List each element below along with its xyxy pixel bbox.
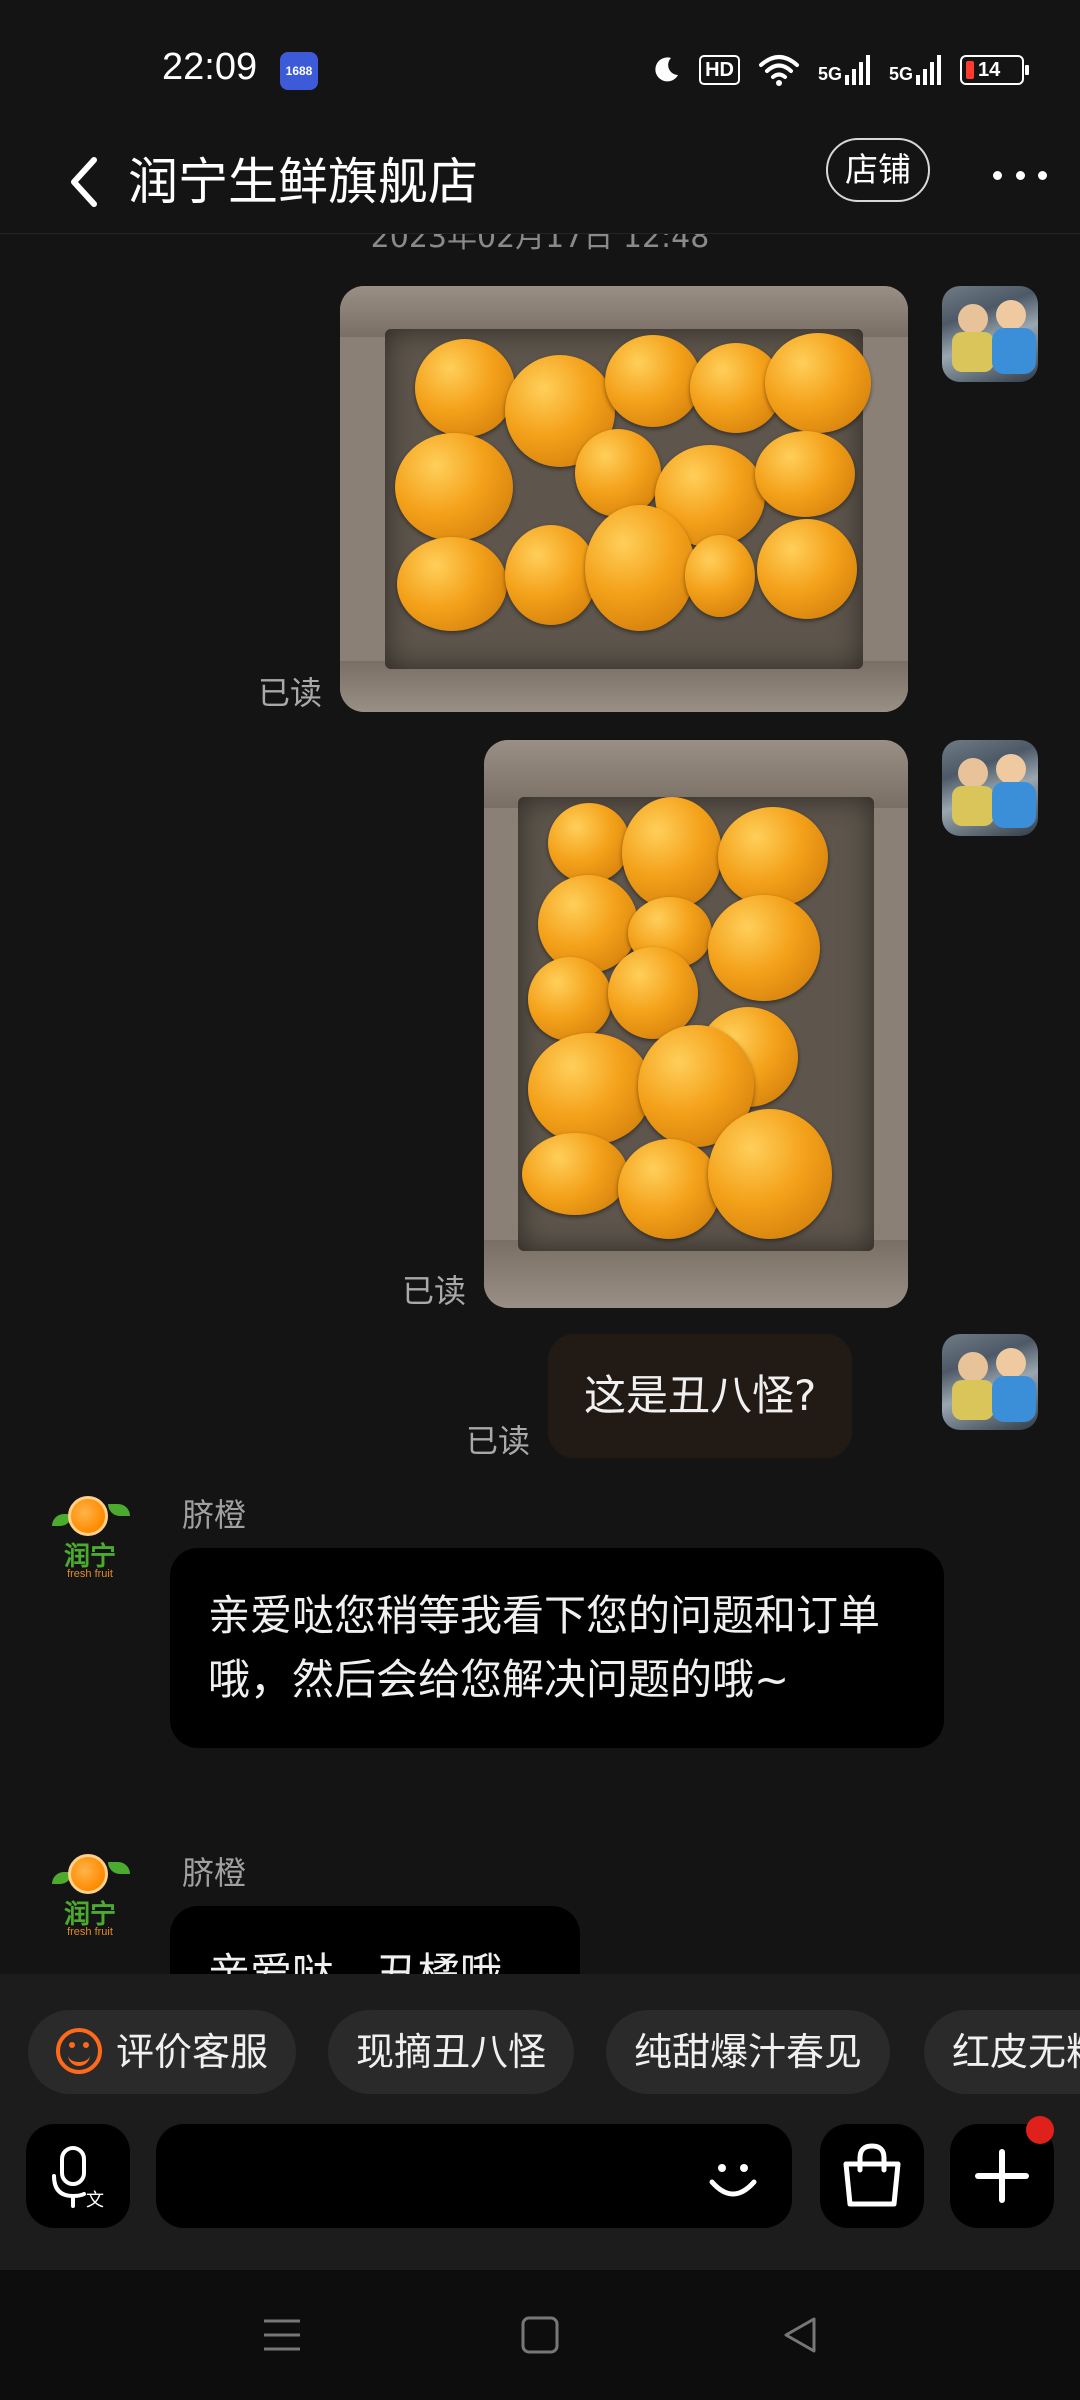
message-image[interactable]: [340, 286, 908, 712]
system-navigation-bar: [0, 2270, 1080, 2400]
dot: [993, 170, 1002, 180]
shop-avatar[interactable]: 润宁 fresh fruit: [48, 1854, 144, 1950]
status-icons: HD 5G 5G 14: [651, 48, 1029, 92]
message-input[interactable]: [156, 2124, 792, 2228]
svg-text:文: 文: [86, 2190, 104, 2211]
app-notification-icon: 1688: [280, 52, 318, 90]
page-title: 润宁生鲜旗舰店: [128, 153, 478, 211]
triangle-back-icon: [784, 2317, 816, 2353]
more-actions-button[interactable]: [950, 2116, 1054, 2228]
back-nav-button[interactable]: [770, 2310, 830, 2360]
read-receipt: 已读: [402, 1272, 467, 1310]
hd-icon: HD: [699, 55, 740, 85]
quick-reply-rate-service[interactable]: 评价客服: [28, 2010, 297, 2094]
status-time: 22:09: [162, 46, 258, 88]
signal-icon-2: 5G: [889, 55, 942, 85]
incoming-message-bubble[interactable]: 亲爱哒您稍等我看下您的问题和订单哦，然后会给您解决问题的哦~: [170, 1548, 944, 1748]
home-button[interactable]: [510, 2310, 570, 2360]
emoji-button[interactable]: [700, 2144, 766, 2210]
sender-name: 脐橙: [182, 1854, 247, 1892]
message-timestamp: 2023年02月17日 12:48: [370, 234, 710, 255]
more-options-button[interactable]: [985, 150, 1055, 200]
chat-message-list[interactable]: 2023年02月17日 12:48 已读 已读 已读 这是丑八怪? 润宁 fre…: [0, 234, 1080, 1974]
notification-dot: [1026, 2116, 1054, 2144]
shop-button[interactable]: 店铺: [826, 138, 930, 202]
quick-reply-chip[interactable]: 红皮无籽: [924, 2010, 1080, 2094]
battery-icon: 14: [960, 55, 1029, 85]
chevron-left-icon: [71, 157, 97, 207]
quick-reply-bar: 评价客服 现摘丑八怪 纯甜爆汁春见 红皮无籽: [0, 1974, 1080, 2114]
moon-icon: [655, 57, 679, 82]
back-button[interactable]: [56, 148, 112, 216]
message-image[interactable]: [484, 740, 908, 1308]
microphone-icon: 文: [52, 2146, 104, 2211]
smiley-icon: [709, 2164, 757, 2197]
input-bar: 文: [0, 2114, 1080, 2270]
recent-apps-button[interactable]: [252, 2310, 312, 2360]
dot: [1015, 170, 1025, 180]
incoming-message-bubble[interactable]: 亲爱哒，丑橘哦: [170, 1906, 580, 1974]
read-receipt: 已读: [466, 1422, 531, 1460]
sender-name: 脐橙: [182, 1496, 247, 1534]
voice-input-button[interactable]: 文: [26, 2124, 130, 2228]
quick-reply-chip[interactable]: 纯甜爆汁春见: [606, 2010, 891, 2094]
square-icon: [521, 2316, 559, 2354]
read-receipt: 已读: [258, 674, 323, 712]
menu-icon: [264, 2319, 300, 2351]
user-avatar[interactable]: [942, 740, 1038, 836]
shopping-bag-icon: [843, 2143, 901, 2207]
user-avatar[interactable]: [942, 286, 1038, 382]
shop-avatar[interactable]: 润宁 fresh fruit: [48, 1496, 144, 1592]
quick-reply-chip[interactable]: 现摘丑八怪: [328, 2010, 575, 2094]
user-avatar[interactable]: [942, 1334, 1038, 1430]
wifi-icon: [758, 55, 799, 86]
smile-icon: [56, 2027, 102, 2074]
shopping-bag-button[interactable]: [820, 2124, 924, 2228]
outgoing-message-bubble[interactable]: 这是丑八怪?: [548, 1334, 853, 1458]
signal-icon-1: 5G: [818, 55, 871, 85]
status-bar: 22:09 1688 HD 5G 5G 14: [0, 0, 1080, 130]
chat-header: 润宁生鲜旗舰店 店铺: [0, 130, 1080, 234]
dot: [1038, 170, 1047, 180]
